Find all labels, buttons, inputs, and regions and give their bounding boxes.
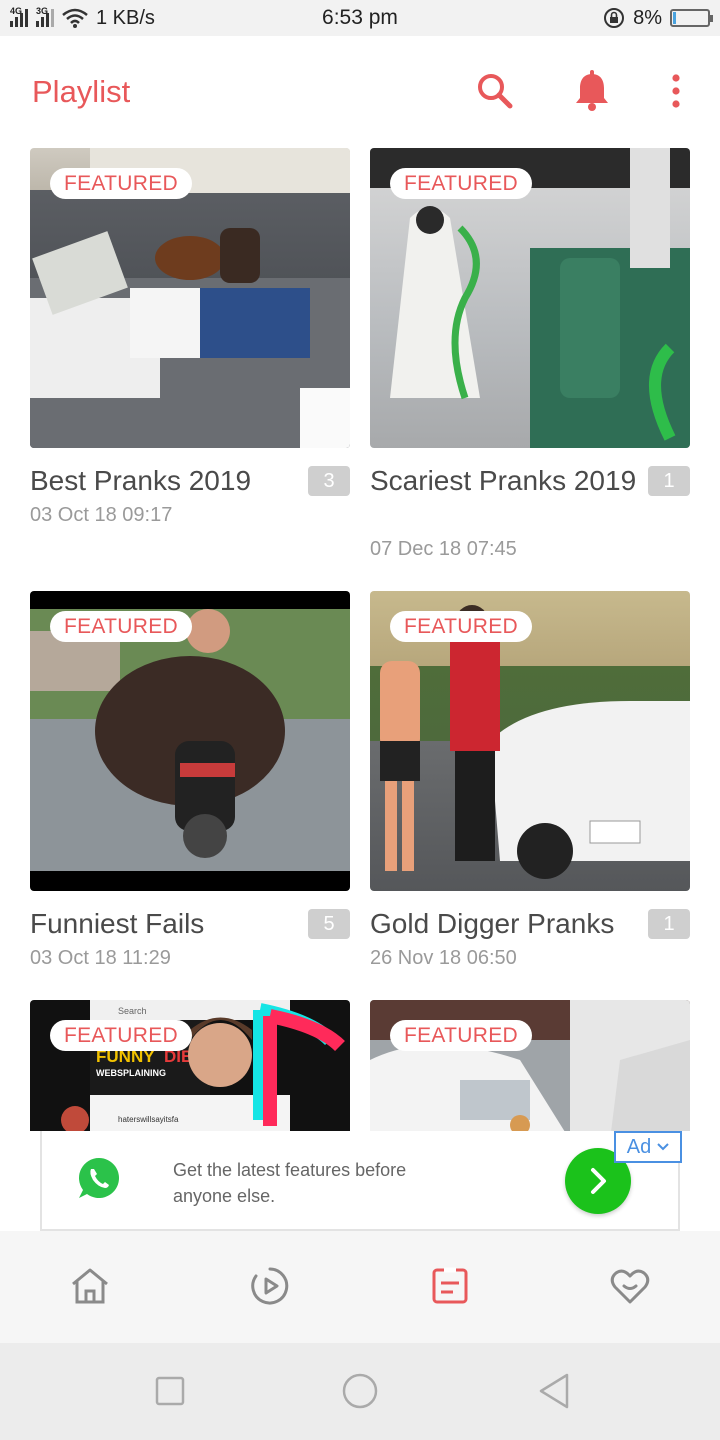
playlist-thumbnail[interactable]: FEATURED: [30, 148, 350, 448]
featured-badge: FEATURED: [390, 1020, 533, 1051]
playlist-card[interactable]: FEATURED: [370, 1000, 690, 1131]
playlist-thumbnail[interactable]: FEATURED: [370, 1000, 690, 1131]
play-circle-icon: [251, 1267, 289, 1305]
playlist-icon: [432, 1267, 468, 1304]
battery-icon: [670, 9, 713, 27]
video-count-badge: 3: [308, 466, 350, 496]
playlist-title: Gold Digger Pranks: [370, 908, 615, 939]
playlist-card[interactable]: FEATURED Scariest Pranks 2019 07 Dec 18 …: [370, 148, 690, 568]
playlist-thumbnail[interactable]: FEATURED: [370, 148, 690, 448]
chevron-down-icon: [657, 1143, 669, 1151]
thumb-handle-text: haterswillsayitsfa: [118, 1115, 179, 1124]
bell-icon: [576, 70, 608, 111]
playlist-date: 03 Oct 18 11:29: [30, 947, 171, 969]
playlist-grid: FEATURED Best Pranks 2019 03 Oct 18 09:1…: [30, 148, 690, 1131]
playlist-title: Best Pranks 2019: [30, 465, 252, 496]
chevron-right-icon: [591, 1168, 606, 1194]
back-button[interactable]: [532, 1369, 576, 1413]
heart-icon: [610, 1269, 650, 1304]
video-count-badge: 1: [648, 466, 690, 496]
ad-choices-tag[interactable]: Ad: [614, 1131, 682, 1163]
back-icon: [539, 1373, 569, 1409]
search-icon: [478, 74, 513, 109]
app-bar: Playlist: [0, 36, 720, 148]
page-title: Playlist: [32, 74, 131, 109]
battery-fill: [673, 12, 676, 24]
playlist-thumbnail[interactable]: FEATURED: [370, 591, 690, 891]
video-count-badge: 5: [308, 909, 350, 939]
playlist-date: 07 Dec 18 07:45: [370, 538, 517, 560]
recents-icon: [155, 1376, 185, 1406]
featured-badge: FEATURED: [390, 611, 533, 642]
playlist-thumbnail[interactable]: FEATURED: [30, 591, 350, 891]
playlist-thumbnail[interactable]: Search FUNNY DIE WEBSPLAINING haterswill…: [30, 1000, 350, 1131]
home-system-button[interactable]: [338, 1369, 382, 1413]
home-icon: [72, 1268, 108, 1304]
playlist-card[interactable]: FEATURED Best Pranks 2019 03 Oct 18 09:1…: [30, 148, 350, 568]
playlist-date: 26 Nov 18 06:50: [370, 947, 517, 969]
more-vertical-icon: [672, 74, 680, 108]
ad-text: Get the latest features before anyone el…: [173, 1160, 407, 1206]
playlist-card[interactable]: Search FUNNY DIE WEBSPLAINING haterswill…: [30, 1000, 350, 1131]
thumb-search-text: Search: [118, 1006, 147, 1016]
system-nav-bar: [0, 1343, 720, 1440]
search-button[interactable]: [470, 66, 520, 116]
featured-badge: FEATURED: [390, 168, 533, 199]
nav-playlist[interactable]: [425, 1261, 475, 1311]
featured-badge: FEATURED: [50, 1020, 193, 1051]
playlist-date: 03 Oct 18 09:17: [30, 504, 173, 526]
whatsapp-icon: [79, 1158, 119, 1198]
bottom-nav: [0, 1231, 720, 1343]
playlist-card[interactable]: FEATURED Gold Digger Pranks 26 Nov 18 06…: [370, 591, 690, 1011]
status-bar: 4G 3G 1 KB/s 6:53 pm 8%: [0, 0, 720, 36]
screen: 4G 3G 1 KB/s 6:53 pm 8% Playlist FEATURE…: [0, 0, 720, 1440]
home-circle-icon: [342, 1373, 378, 1409]
notifications-button[interactable]: [567, 66, 617, 116]
featured-badge: FEATURED: [50, 168, 193, 199]
playlist-card[interactable]: FEATURED Funniest Fails 03 Oct 18 11:29 …: [30, 591, 350, 1011]
playlist-title: Scariest Pranks 2019: [370, 465, 637, 496]
ad-banner[interactable]: Get the latest features before anyone el…: [40, 1131, 682, 1231]
recents-button[interactable]: [148, 1369, 192, 1413]
clock: 6:53 pm: [322, 6, 398, 29]
more-options-button[interactable]: [651, 66, 701, 116]
nav-home[interactable]: [65, 1261, 115, 1311]
nav-favorites[interactable]: [605, 1261, 655, 1311]
video-count-badge: 1: [648, 909, 690, 939]
thumb-websplaining-text: WEBSPLAINING: [96, 1068, 166, 1078]
ad-tag-label: Ad: [626, 1135, 652, 1158]
playlist-title: Funniest Fails: [30, 908, 205, 939]
featured-badge: FEATURED: [50, 611, 193, 642]
nav-play[interactable]: [245, 1261, 295, 1311]
